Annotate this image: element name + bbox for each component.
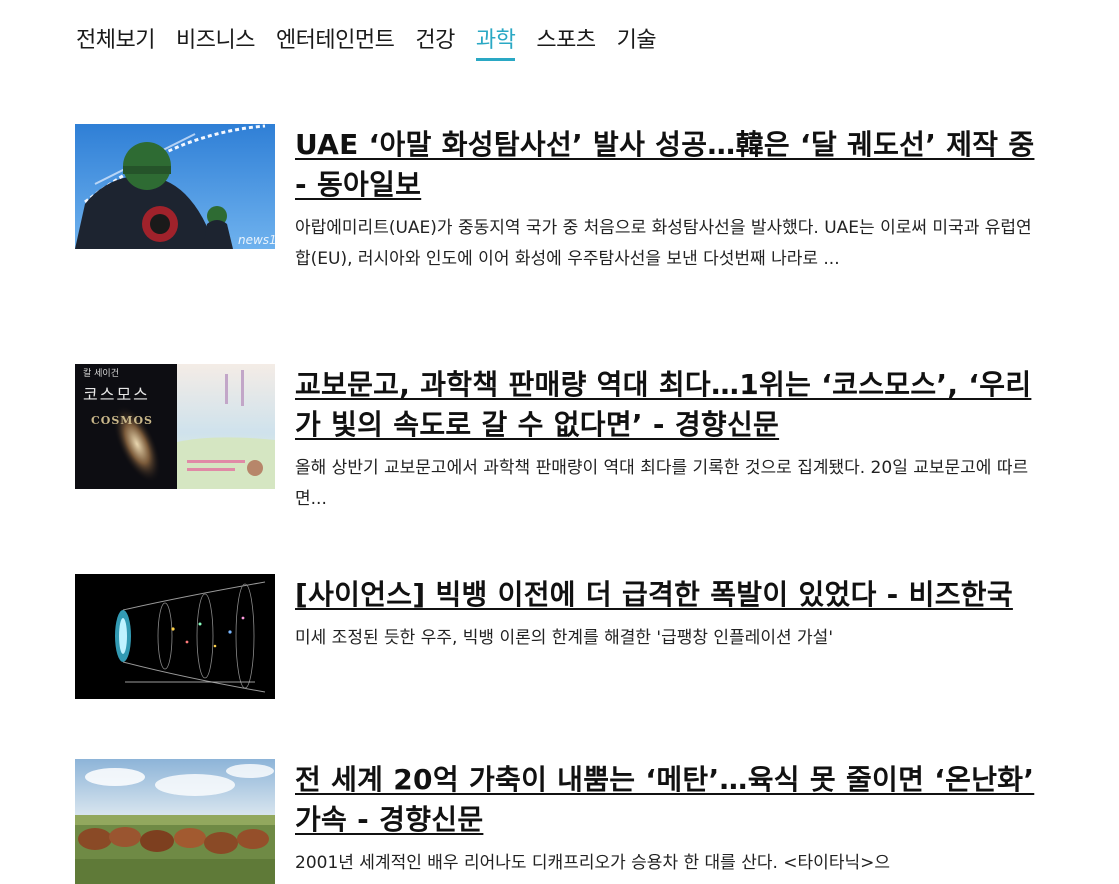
category-tabs: 전체보기 비즈니스 엔터테인먼트 건강 과학 스포츠 기술 xyxy=(76,26,677,61)
article-title[interactable]: UAE ‘아말 화성탐사선’ 발사 성공…韓은 ‘달 궤도선’ 제작 중 - 동… xyxy=(295,125,1035,205)
tab-all[interactable]: 전체보기 xyxy=(76,26,155,60)
article-thumbnail[interactable] xyxy=(75,574,275,699)
tab-tech[interactable]: 기술 xyxy=(617,26,657,60)
tab-health[interactable]: 건강 xyxy=(415,26,455,60)
article-summary: 미세 조정된 듯한 우주, 빅뱅 이론의 한계를 해결한 '급팽창 인플레이션 … xyxy=(295,628,833,648)
book-title-english: COSMOS xyxy=(91,414,153,427)
thumbnail-watermark: news1 xyxy=(238,233,275,247)
article-thumbnail[interactable]: 칼 세이건 코스모스 COSMOS xyxy=(75,364,275,489)
tab-business[interactable]: 비즈니스 xyxy=(176,26,255,60)
article-summary: 아랍에미리트(UAE)가 중동지역 국가 중 처음으로 화성탐사선을 발사했다.… xyxy=(295,218,1032,269)
book-title-korean: 코스모스 xyxy=(83,385,150,404)
tab-sports[interactable]: 스포츠 xyxy=(536,26,596,60)
article-summary: 올해 상반기 교보문고에서 과학책 판매량이 역대 최다를 기록한 것으로 집계… xyxy=(295,458,1029,509)
article-thumbnail[interactable] xyxy=(75,759,275,884)
article-title[interactable]: 전 세계 20억 가축이 내뿜는 ‘메탄’…육식 못 줄이면 ‘온난화’ 가속 … xyxy=(295,760,1035,840)
article-title[interactable]: 교보문고, 과학책 판매량 역대 최다…1위는 ‘코스모스’, ‘우리가 빛의 … xyxy=(295,365,1035,445)
tab-science[interactable]: 과학 xyxy=(475,26,516,61)
article-title[interactable]: [사이언스] 빅뱅 이전에 더 급격한 폭발이 있었다 - 비즈한국 xyxy=(295,575,1035,615)
tab-entertainment[interactable]: 엔터테인먼트 xyxy=(276,26,395,60)
book-author: 칼 세이건 xyxy=(83,368,119,379)
article-summary: 2001년 세계적인 배우 리어나도 디캐프리오가 승용차 한 대를 산다. <… xyxy=(295,853,890,873)
article-thumbnail[interactable]: news1 xyxy=(75,124,275,249)
